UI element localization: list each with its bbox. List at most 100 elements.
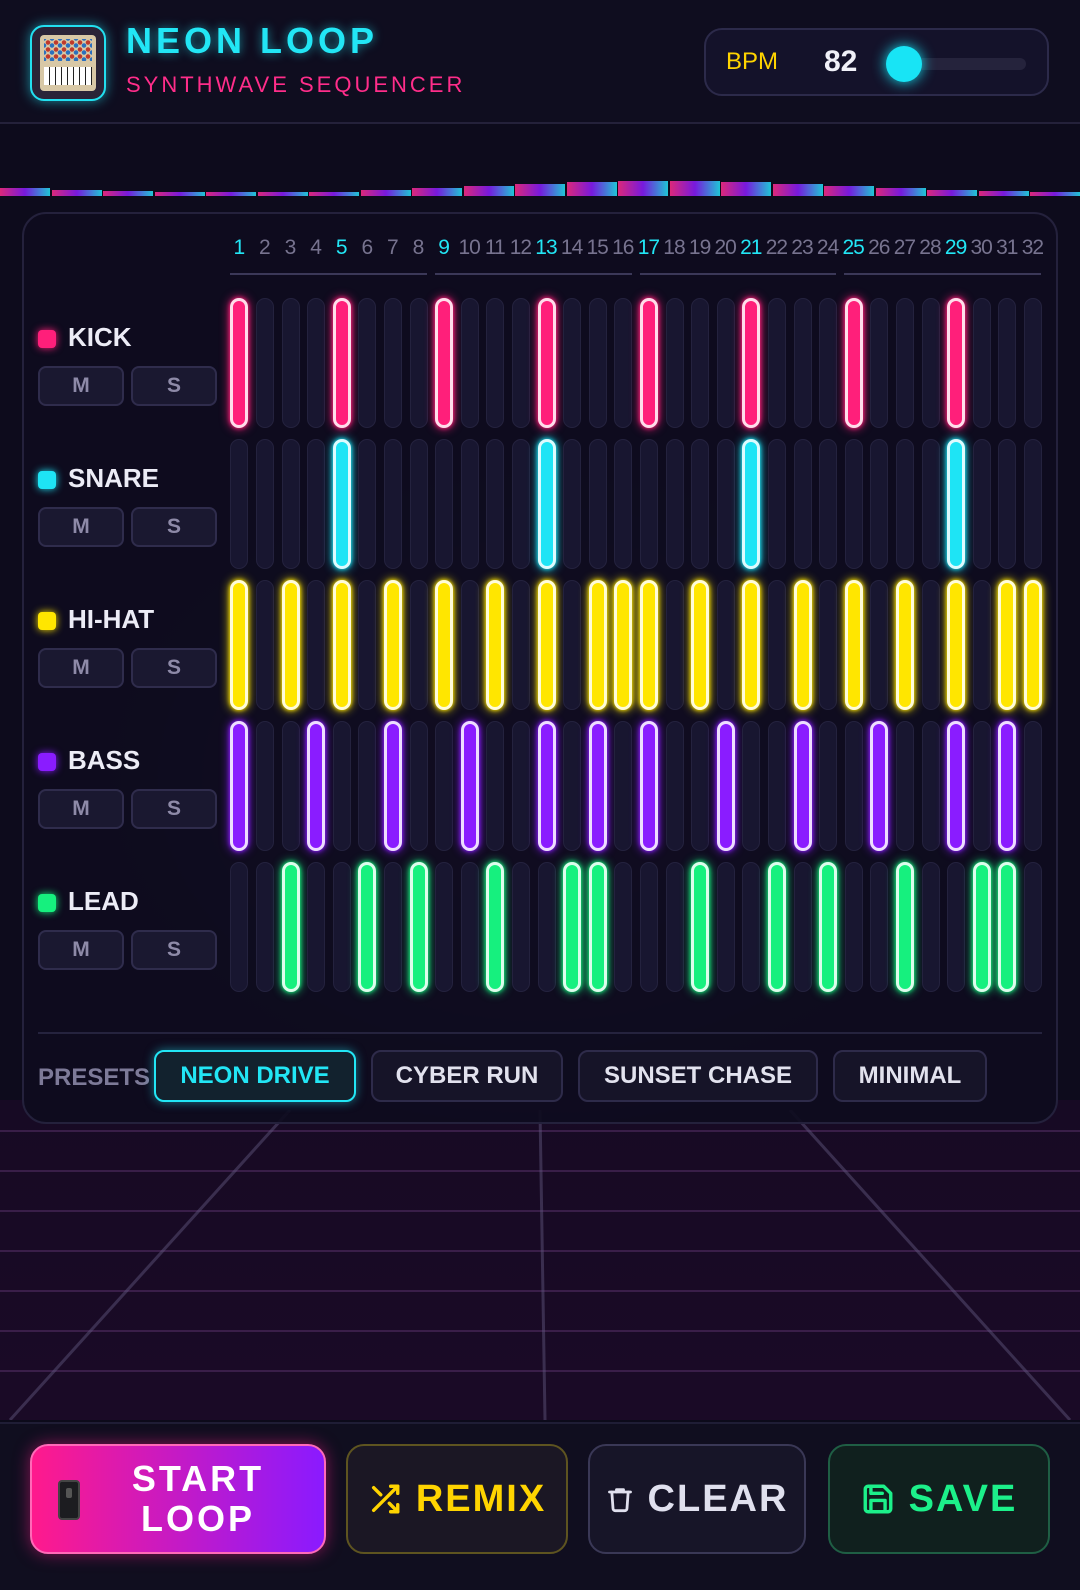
step-cell[interactable] <box>998 298 1017 428</box>
clear-button[interactable]: CLEAR <box>588 1444 806 1554</box>
step-cell[interactable] <box>793 298 812 428</box>
step-cell[interactable] <box>947 439 966 569</box>
step-cell[interactable] <box>921 439 940 569</box>
step-cell[interactable] <box>588 721 607 851</box>
step-cell[interactable] <box>895 721 914 851</box>
preset-button[interactable]: CYBER RUN <box>371 1050 563 1102</box>
step-cell[interactable] <box>358 439 377 569</box>
step-cell[interactable] <box>307 862 326 992</box>
step-cell[interactable] <box>844 439 863 569</box>
step-cell[interactable] <box>895 298 914 428</box>
step-cell[interactable] <box>998 580 1017 710</box>
step-cell[interactable] <box>383 298 402 428</box>
step-cell[interactable] <box>511 580 530 710</box>
step-cell[interactable] <box>844 862 863 992</box>
step-cell[interactable] <box>972 439 991 569</box>
step-cell[interactable] <box>665 439 684 569</box>
step-cell[interactable] <box>614 721 633 851</box>
step-cell[interactable] <box>921 298 940 428</box>
step-cell[interactable] <box>588 862 607 992</box>
step-cell[interactable] <box>588 580 607 710</box>
step-cell[interactable] <box>614 298 633 428</box>
step-cell[interactable] <box>639 439 658 569</box>
step-cell[interactable] <box>281 580 300 710</box>
step-cell[interactable] <box>639 580 658 710</box>
step-cell[interactable] <box>691 862 710 992</box>
step-cell[interactable] <box>870 862 889 992</box>
step-cell[interactable] <box>409 439 428 569</box>
start-loop-button[interactable]: START LOOP <box>30 1444 326 1554</box>
step-cell[interactable] <box>998 862 1017 992</box>
step-cell[interactable] <box>332 721 351 851</box>
step-cell[interactable] <box>614 580 633 710</box>
step-cell[interactable] <box>435 580 454 710</box>
step-cell[interactable] <box>537 298 556 428</box>
step-cell[interactable] <box>307 439 326 569</box>
step-cell[interactable] <box>819 721 838 851</box>
step-cell[interactable] <box>486 580 505 710</box>
step-cell[interactable] <box>383 721 402 851</box>
step-cell[interactable] <box>511 862 530 992</box>
step-cell[interactable] <box>767 862 786 992</box>
step-cell[interactable] <box>281 439 300 569</box>
step-cell[interactable] <box>793 862 812 992</box>
preset-button[interactable]: MINIMAL <box>833 1050 987 1102</box>
step-cell[interactable] <box>486 439 505 569</box>
step-cell[interactable] <box>563 862 582 992</box>
step-cell[interactable] <box>1023 298 1042 428</box>
step-cell[interactable] <box>435 721 454 851</box>
step-cell[interactable] <box>563 439 582 569</box>
step-cell[interactable] <box>255 439 274 569</box>
step-cell[interactable] <box>358 298 377 428</box>
step-cell[interactable] <box>230 580 249 710</box>
step-cell[interactable] <box>639 298 658 428</box>
mute-button[interactable]: M <box>38 366 124 406</box>
step-cell[interactable] <box>281 862 300 992</box>
step-cell[interactable] <box>588 298 607 428</box>
step-cell[interactable] <box>435 862 454 992</box>
step-cell[interactable] <box>691 439 710 569</box>
solo-button[interactable]: S <box>131 648 217 688</box>
solo-button[interactable]: S <box>131 366 217 406</box>
step-cell[interactable] <box>716 862 735 992</box>
step-cell[interactable] <box>819 439 838 569</box>
solo-button[interactable]: S <box>131 789 217 829</box>
step-cell[interactable] <box>358 721 377 851</box>
step-cell[interactable] <box>639 721 658 851</box>
step-cell[interactable] <box>255 580 274 710</box>
step-cell[interactable] <box>1023 862 1042 992</box>
step-cell[interactable] <box>716 298 735 428</box>
step-cell[interactable] <box>486 721 505 851</box>
mute-button[interactable]: M <box>38 507 124 547</box>
step-cell[interactable] <box>665 862 684 992</box>
step-cell[interactable] <box>409 721 428 851</box>
step-cell[interactable] <box>383 439 402 569</box>
step-cell[interactable] <box>998 721 1017 851</box>
step-cell[interactable] <box>537 439 556 569</box>
step-cell[interactable] <box>972 580 991 710</box>
step-cell[interactable] <box>665 580 684 710</box>
step-cell[interactable] <box>460 862 479 992</box>
step-cell[interactable] <box>819 580 838 710</box>
step-cell[interactable] <box>716 439 735 569</box>
step-cell[interactable] <box>844 721 863 851</box>
step-cell[interactable] <box>691 580 710 710</box>
step-cell[interactable] <box>460 721 479 851</box>
step-cell[interactable] <box>767 721 786 851</box>
preset-button[interactable]: NEON DRIVE <box>154 1050 356 1102</box>
step-cell[interactable] <box>819 862 838 992</box>
step-cell[interactable] <box>358 862 377 992</box>
step-cell[interactable] <box>665 721 684 851</box>
step-cell[interactable] <box>511 439 530 569</box>
step-cell[interactable] <box>716 580 735 710</box>
step-cell[interactable] <box>819 298 838 428</box>
bpm-slider[interactable] <box>886 46 1026 82</box>
step-cell[interactable] <box>665 298 684 428</box>
step-cell[interactable] <box>1023 721 1042 851</box>
step-cell[interactable] <box>307 298 326 428</box>
step-cell[interactable] <box>1023 580 1042 710</box>
remix-button[interactable]: REMIX <box>346 1444 568 1554</box>
mute-button[interactable]: M <box>38 930 124 970</box>
step-cell[interactable] <box>281 298 300 428</box>
step-cell[interactable] <box>435 298 454 428</box>
